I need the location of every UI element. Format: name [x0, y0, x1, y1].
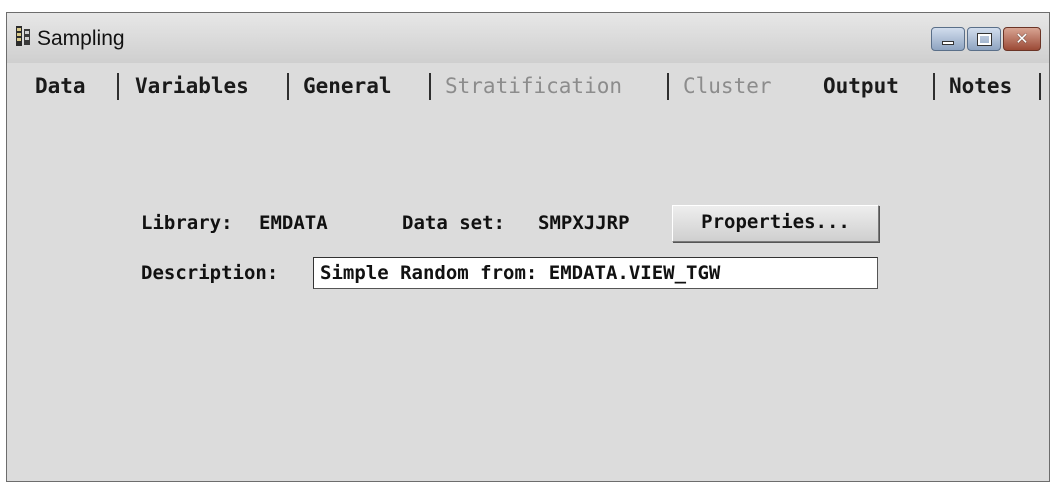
library-value: EMDATA: [259, 212, 328, 234]
tab-general[interactable]: General: [303, 69, 392, 103]
sampling-window: Sampling ✕ Data Variables General Strati…: [6, 12, 1050, 482]
tab-strip: Data Variables General Stratification Cl…: [7, 69, 1049, 103]
window-controls: ✕: [929, 27, 1041, 51]
title-bar[interactable]: Sampling ✕: [7, 13, 1049, 63]
tab-stratification: Stratification: [445, 74, 623, 98]
maximize-button[interactable]: [967, 27, 1001, 51]
tab-separator: [1039, 73, 1041, 100]
maximize-icon: [976, 32, 992, 46]
window-title: Sampling: [37, 27, 125, 50]
tab-data[interactable]: Data: [35, 69, 86, 103]
properties-button[interactable]: Properties...: [672, 205, 879, 242]
dataset-label: Data set:: [402, 212, 505, 234]
tab-variables[interactable]: Variables: [135, 69, 249, 103]
tab-separator: [287, 73, 289, 100]
sampling-app-icon: [16, 26, 30, 46]
tab-cluster: Cluster: [683, 74, 772, 98]
minimize-button[interactable]: [931, 27, 965, 51]
tab-notes[interactable]: Notes: [949, 69, 1012, 103]
description-field[interactable]: Simple Random from: EMDATA.VIEW_TGW: [313, 257, 878, 289]
close-button[interactable]: ✕: [1003, 27, 1041, 51]
tab-separator: [429, 73, 431, 100]
tab-separator: [933, 73, 935, 100]
tab-separator: [667, 73, 669, 100]
minimize-icon: [942, 41, 954, 45]
library-label: Library:: [141, 212, 233, 234]
tab-separator: [117, 73, 119, 100]
dataset-value: SMPXJJRP: [538, 212, 630, 234]
tab-output[interactable]: Output: [823, 69, 899, 103]
close-icon: ✕: [1015, 29, 1029, 48]
description-label: Description:: [141, 262, 279, 284]
